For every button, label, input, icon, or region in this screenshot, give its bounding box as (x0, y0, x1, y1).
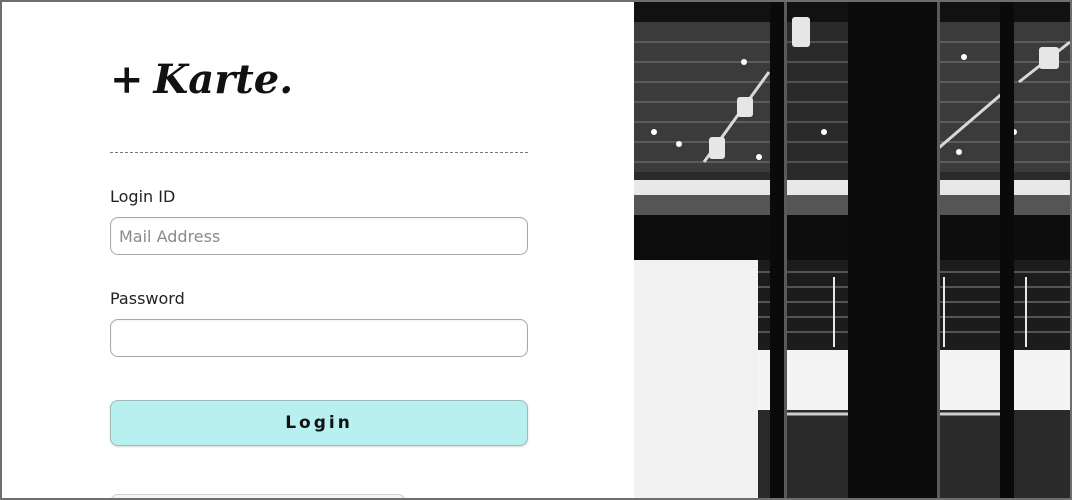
login-button[interactable]: Login (110, 400, 528, 446)
brand-plus: + (110, 56, 144, 103)
login-panel: +Karte. Login ID Password Login (2, 2, 634, 498)
divider-line (110, 152, 528, 153)
brand-name: Karte. (153, 56, 294, 103)
password-label: Password (110, 289, 185, 308)
password-input[interactable] (110, 319, 528, 357)
login-id-input[interactable] (110, 217, 528, 255)
login-id-label: Login ID (110, 187, 176, 206)
secondary-button-partial[interactable] (110, 494, 406, 498)
architecture-photo-image (634, 2, 1070, 498)
architecture-photo (634, 2, 1070, 498)
brand-logo: + Karte. (110, 56, 293, 103)
login-window: +Karte. Login ID Password Login (0, 0, 1072, 500)
